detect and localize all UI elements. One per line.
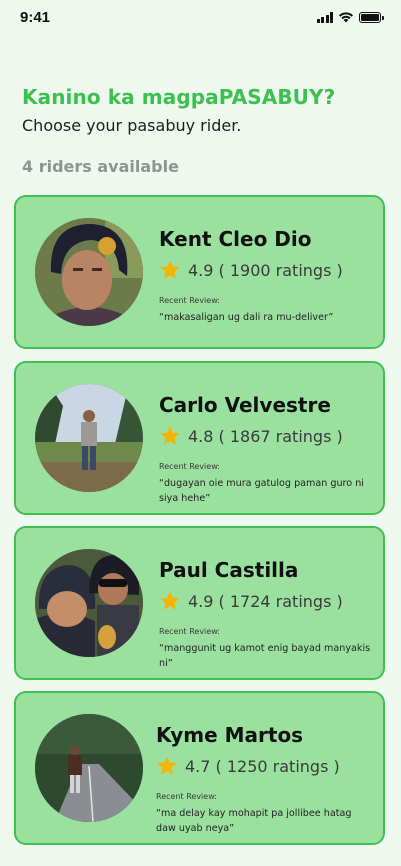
rider-avatar [35, 549, 143, 657]
star-icon [157, 756, 177, 775]
rider-name: Paul Castilla [159, 558, 299, 582]
rider-avatar [35, 384, 143, 492]
page-title: Kanino ka magpaPASABUY? [22, 85, 336, 109]
rating-text: 4.9 ( 1900 ratings ) [188, 260, 343, 280]
rider-card-kent-cleo-dio[interactable]: Kent Cleo Dio 4.9 ( 1900 ratings ) Recen… [14, 195, 385, 349]
rating-text: 4.9 ( 1724 ratings ) [188, 591, 343, 611]
rating-text: 4.8 ( 1867 ratings ) [188, 426, 343, 446]
rider-card-kyme-martos[interactable]: Kyme Martos 4.7 ( 1250 ratings ) Recent … [14, 691, 385, 845]
rider-name: Kent Cleo Dio [159, 227, 312, 251]
rider-card-paul-castilla[interactable]: Paul Castilla 4.9 ( 1724 ratings ) Recen… [14, 526, 385, 680]
review-label: Recent Review: [159, 627, 220, 636]
review-label: Recent Review: [159, 296, 220, 305]
status-icons [316, 11, 384, 23]
star-icon [160, 260, 180, 279]
review-text: “manggunit ug kamot enig bayad manyakis … [159, 643, 371, 669]
rider-name: Kyme Martos [156, 723, 304, 747]
rider-avatar [35, 714, 143, 822]
rider-name: Carlo Velvestre [159, 393, 331, 417]
battery-icon [359, 11, 384, 23]
review-text: “ma delay kay mohapit pa jollibee hatag … [156, 808, 352, 834]
rider-avatar [35, 218, 143, 326]
rating-row: 4.7 ( 1250 ratings ) [156, 755, 340, 777]
riders-available-count: 4 riders available [22, 157, 179, 176]
wifi-icon [339, 12, 353, 23]
review-text: “dugayan oie mura gatulog paman guro ni … [159, 478, 364, 504]
star-icon [160, 591, 180, 610]
page-subtitle: Choose your pasabuy rider. [22, 116, 242, 135]
rating-row: 4.9 ( 1724 ratings ) [159, 590, 343, 612]
rider-card-carlo-velvestre[interactable]: Carlo Velvestre 4.8 ( 1867 ratings ) Rec… [14, 361, 385, 515]
review-label: Recent Review: [156, 792, 217, 801]
signal-icon [316, 11, 333, 23]
rating-row: 4.9 ( 1900 ratings ) [159, 259, 343, 281]
review-label: Recent Review: [159, 462, 220, 471]
status-bar: 9:41 [0, 0, 401, 34]
rating-row: 4.8 ( 1867 ratings ) [159, 425, 343, 447]
star-icon [160, 426, 180, 445]
rating-text: 4.7 ( 1250 ratings ) [185, 756, 340, 776]
status-time: 9:41 [20, 8, 51, 26]
review-text: “makasaligan ug dali ra mu-deliver” [159, 312, 334, 323]
